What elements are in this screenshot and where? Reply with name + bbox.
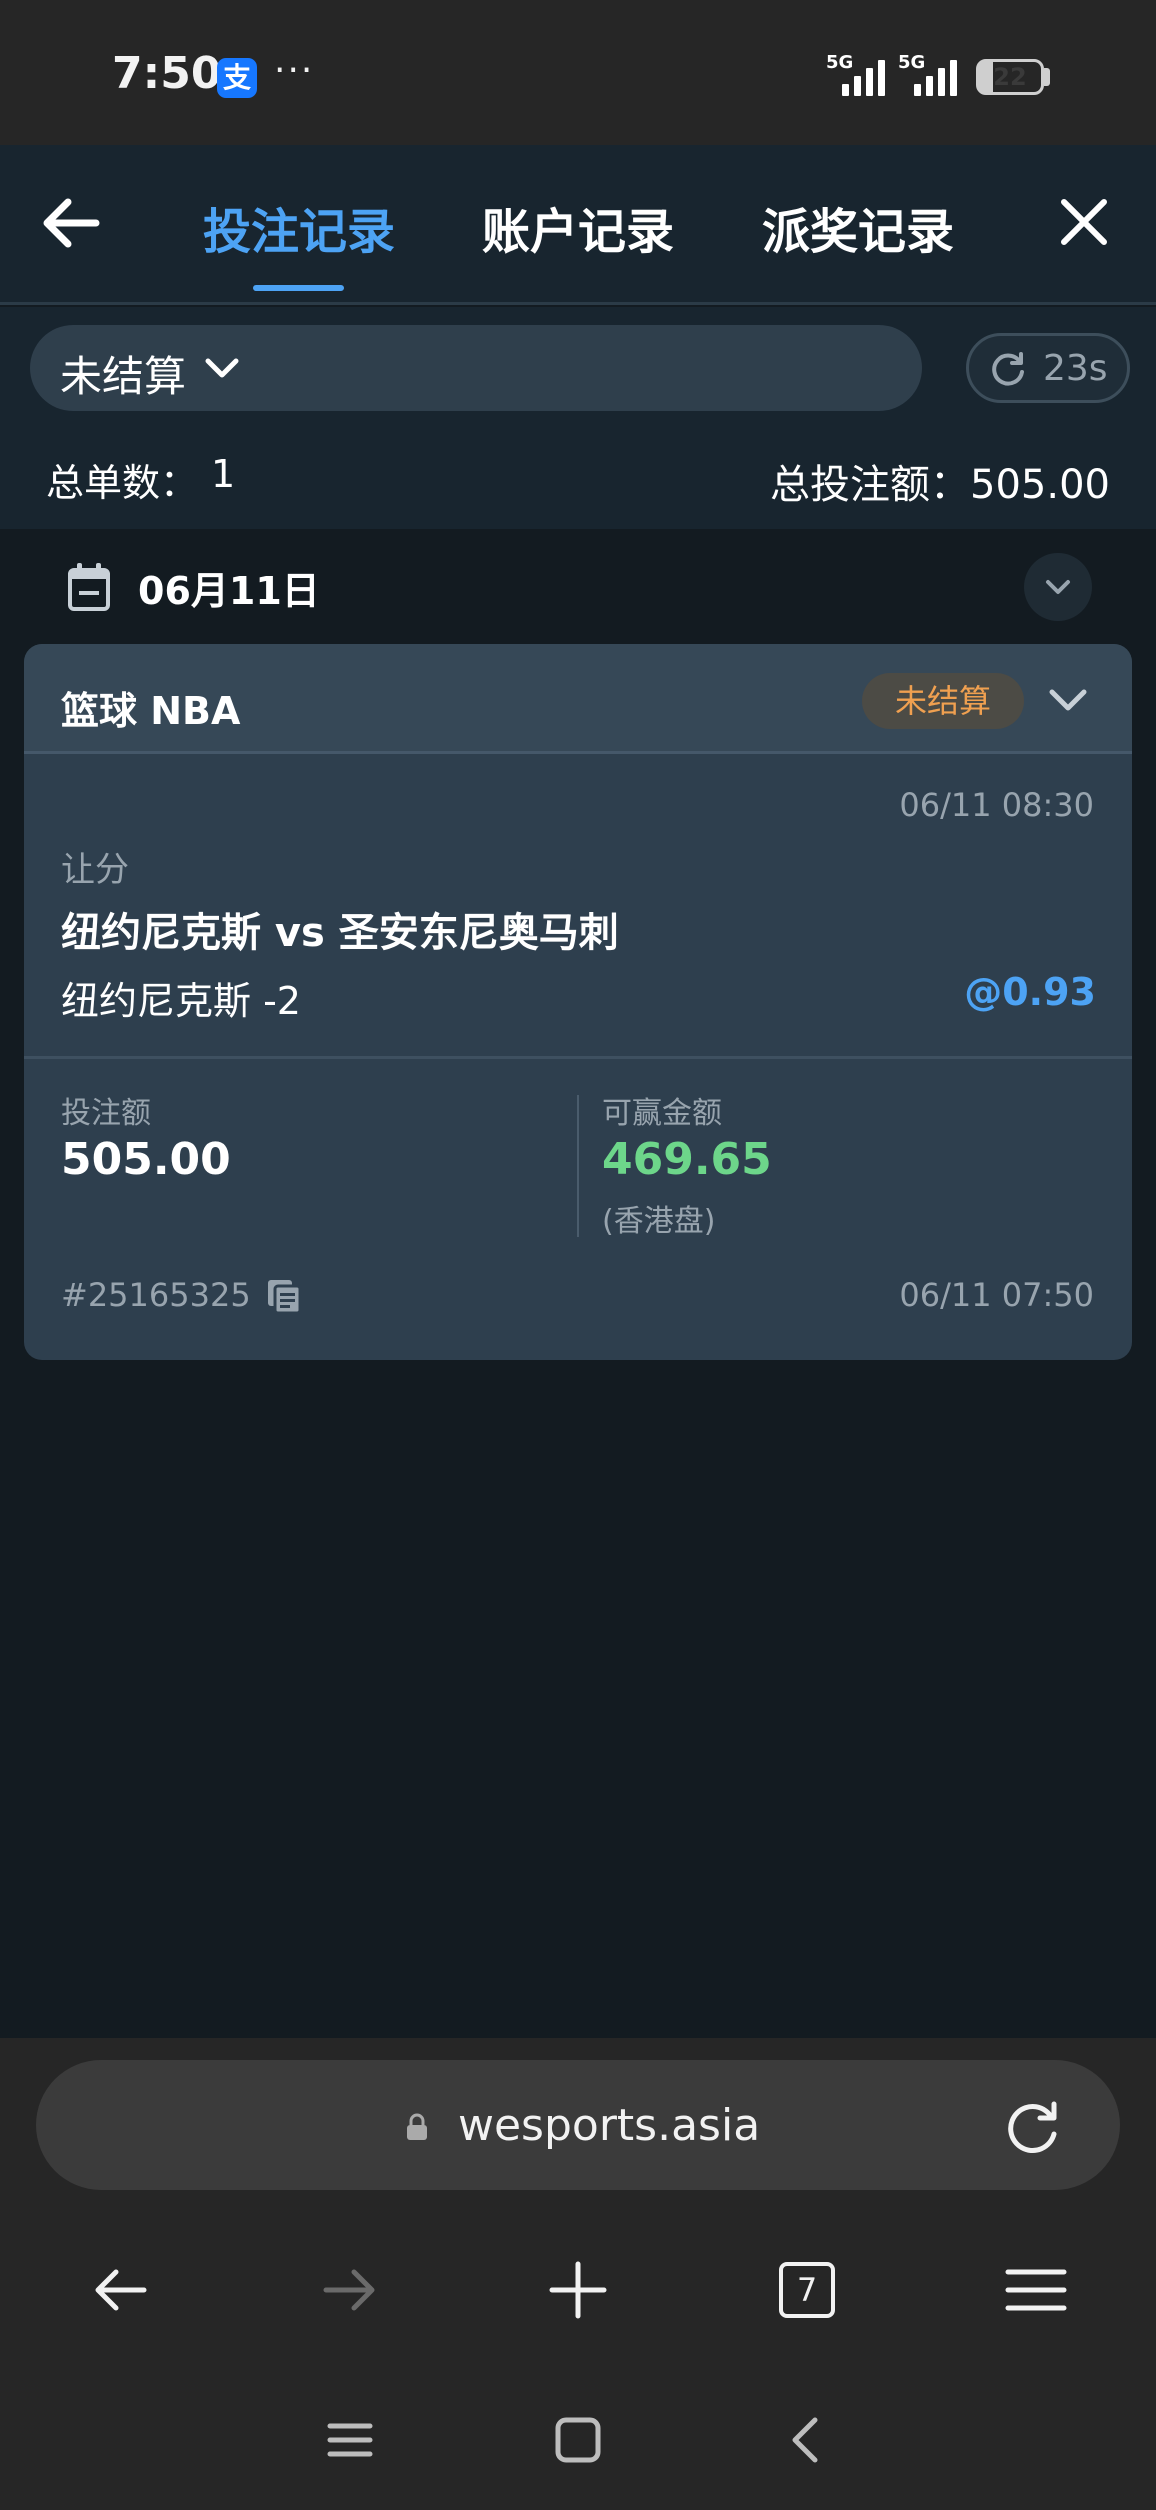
divider <box>24 1056 1132 1059</box>
match-name: 纽约尼克斯 vs 圣安东尼奥马刺 <box>61 910 619 956</box>
new-tab-button[interactable] <box>538 2250 618 2330</box>
copy-icon[interactable] <box>264 1276 304 1316</box>
stake-label: 投注额 <box>61 1096 151 1131</box>
notification-more-icon: ··· <box>274 50 315 91</box>
lock-icon <box>407 2113 427 2140</box>
chevron-down-icon[interactable] <box>1046 684 1090 716</box>
market-type: 让分 <box>61 850 129 890</box>
event-time: 06/11 08:30 <box>899 786 1094 824</box>
placed-time: 06/11 07:50 <box>899 1276 1094 1314</box>
hamburger-menu-icon <box>1005 2269 1067 2311</box>
browser-back-button[interactable] <box>80 2250 160 2330</box>
back-button[interactable] <box>36 188 106 258</box>
date-group-toggle[interactable] <box>1024 553 1092 621</box>
odds-value: @0.93 <box>964 970 1096 1014</box>
arrow-right-icon <box>323 2269 375 2311</box>
close-button[interactable] <box>1052 190 1116 254</box>
reload-button[interactable] <box>1000 2096 1064 2160</box>
tab-bet-records[interactable]: 投注记录 <box>203 192 395 262</box>
chevron-down-icon <box>205 358 239 378</box>
browser-menu-button[interactable] <box>996 2250 1076 2330</box>
stake-value: 505.00 <box>61 1134 231 1185</box>
tab-payout-records[interactable]: 派奖记录 <box>762 192 954 262</box>
refresh-icon <box>992 352 1024 386</box>
bet-selection: 纽约尼克斯 -2 <box>61 979 301 1023</box>
arrow-left-icon <box>43 198 100 248</box>
alipay-icon: 支 <box>217 58 257 98</box>
reload-icon <box>1008 2101 1057 2153</box>
system-recents-button[interactable] <box>310 2400 390 2480</box>
column-divider <box>577 1095 579 1237</box>
url-text[interactable]: wesports.asia <box>458 2100 760 2151</box>
status-badge: 未结算 <box>862 673 1024 729</box>
total-count-label: 总单数： <box>46 461 199 505</box>
tab-count: 7 <box>779 2262 835 2318</box>
bet-card-header[interactable]: 篮球 NBA 未结算 <box>24 644 1132 754</box>
recents-icon <box>327 2423 373 2457</box>
arrow-left-icon <box>95 2269 147 2311</box>
calendar-icon <box>68 563 110 611</box>
chevron-down-icon <box>1046 580 1070 594</box>
plus-icon <box>549 2261 607 2319</box>
status-filter-dropdown[interactable]: 未结算 <box>30 325 922 411</box>
home-icon <box>555 2417 601 2463</box>
ticket-id: #25165325 <box>61 1276 251 1314</box>
league-name: 篮球 NBA <box>61 689 241 733</box>
status-time: 7:50 <box>112 48 222 99</box>
system-back-button[interactable] <box>767 2400 847 2480</box>
active-tab-indicator <box>253 285 344 291</box>
total-count-value: 1 <box>211 452 236 496</box>
battery-percent: 22 <box>993 63 1027 91</box>
tabs-button[interactable]: 7 <box>767 2250 847 2330</box>
tab-account-records[interactable]: 账户记录 <box>482 192 674 262</box>
odds-type: (香港盘) <box>602 1204 716 1239</box>
refresh-countdown: 23s <box>1043 348 1108 389</box>
battery-icon: 22 <box>976 59 1044 95</box>
bet-card[interactable]: 篮球 NBA 未结算 06/11 08:30 让分 纽约尼克斯 vs 圣安东尼奥… <box>24 644 1132 1360</box>
browser-forward-button[interactable] <box>310 2250 390 2330</box>
refresh-button[interactable]: 23s <box>966 333 1130 403</box>
chevron-left-icon <box>792 2417 818 2463</box>
potential-win-value: 469.65 <box>602 1134 772 1185</box>
close-icon <box>1061 199 1107 245</box>
potential-win-label: 可赢金额 <box>602 1096 722 1131</box>
total-amount: 总投注额：505.00 <box>770 462 1110 508</box>
signal-icon: 5G <box>826 52 888 98</box>
signal-icon: 5G <box>898 52 960 98</box>
battery-tip <box>1044 68 1050 86</box>
status-filter-value: 未结算 <box>60 352 187 401</box>
system-home-button[interactable] <box>538 2400 618 2480</box>
date-group-label: 06月11日 <box>138 569 320 613</box>
